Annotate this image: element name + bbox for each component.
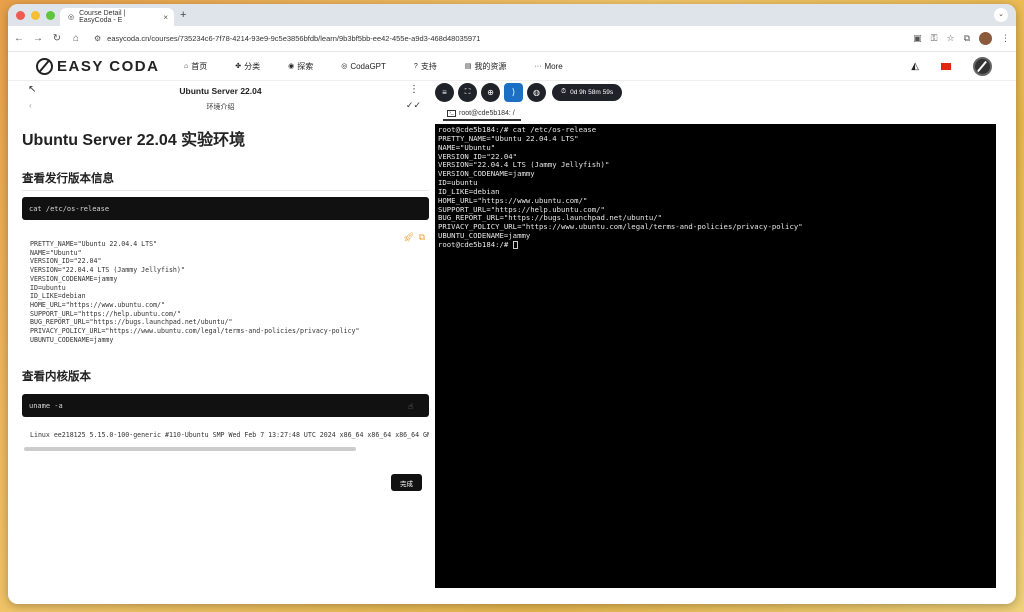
session-timer: ⏰︎ 0d 9h 58m 59s: [552, 83, 623, 101]
help-icon: ?: [413, 62, 418, 70]
lesson-panel: ↖ Ubuntu Server 22.04 ⋮ ‹ 环境介绍 ✓✓ Ubuntu…: [8, 82, 433, 604]
logo-text: EASY CODA: [57, 57, 160, 75]
nav-label: 我的资源: [474, 61, 507, 71]
command-text: cat /etc/os-release: [29, 204, 110, 213]
key-icon[interactable]: ⚿: [931, 33, 938, 44]
folder-icon: ▤: [464, 63, 472, 70]
fullscreen-icon[interactable]: ⛶: [458, 82, 477, 102]
home-icon[interactable]: ⌂: [71, 33, 81, 44]
compass-icon: ◉: [288, 63, 295, 70]
main-nav: ⌂ 首页 ✤ 分类 ◉ 探索 ◎ CodaGPT ? 支持 ▤ 我的资源 ···…: [184, 61, 591, 72]
nav-item-category[interactable]: ✤ 分类: [235, 61, 260, 72]
terminal-output: root@cde5b184:/# cat /etc/os-release PRE…: [438, 125, 803, 241]
nav-label: More: [544, 61, 563, 71]
china-flag-icon[interactable]: [941, 62, 951, 70]
nav-item-explore[interactable]: ◉ 探索: [288, 61, 313, 72]
horizontal-scrollbar[interactable]: [24, 447, 356, 452]
course-title: Ubuntu Server 22.04: [179, 86, 262, 96]
reload-icon[interactable]: ↻: [52, 33, 62, 44]
terminal-tab[interactable]: ›_ root@cde5b184: /: [443, 107, 521, 121]
globe-icon: ◎: [68, 14, 75, 21]
site-header: EASY CODA ⌂ 首页 ✤ 分类 ◉ 探索 ◎ CodaGPT ? 支持: [8, 52, 1016, 81]
mouse-cursor-icon: ☝: [408, 402, 413, 412]
ai-icon: ◎: [341, 63, 348, 70]
browser-window: ◎ Course Detail | EasyCoda - E × + ⌄ ← →…: [8, 4, 1016, 604]
theme-toggle-icon[interactable]: ◭: [911, 61, 919, 72]
output-text-uname: Linux ee218125 5.15.0-100-generic #110-U…: [30, 431, 429, 440]
nav-item-home[interactable]: ⌂ 首页: [184, 61, 207, 72]
double-check-icon[interactable]: ✓✓: [406, 100, 421, 111]
tab-search-chevron-icon[interactable]: ⌄: [994, 8, 1008, 22]
output-block-os-release: 🚀︎ ⧉ PRETTY_NAME="Ubuntu 22.04.4 LTS" NA…: [22, 228, 429, 348]
code-block-os-release[interactable]: cat /etc/os-release: [22, 197, 429, 220]
ellipsis-icon: ···: [534, 62, 542, 70]
alarm-clock-icon: ⏰︎: [561, 88, 567, 95]
header-actions: ◭: [911, 56, 992, 76]
terminal-screen[interactable]: root@cde5b184:/# cat /etc/os-release PRE…: [435, 124, 996, 588]
profile-avatar[interactable]: [979, 32, 992, 45]
timer-text: 0d 9h 58m 59s: [570, 88, 614, 96]
new-tab-button[interactable]: +: [180, 9, 186, 21]
category-icon: ✤: [235, 63, 242, 70]
section-heading-os-release: 查看发行版本信息: [22, 170, 429, 191]
lesson-document: Ubuntu Server 22.04 实验环境 查看发行版本信息 cat /e…: [8, 126, 433, 452]
bookmark-star-icon[interactable]: ☆: [946, 33, 954, 44]
terminal-tab-label: root@cde5b184: /: [459, 109, 515, 117]
user-avatar[interactable]: [973, 56, 992, 76]
section-title: 环境介绍: [206, 104, 235, 111]
site-logo[interactable]: EASY CODA: [36, 57, 184, 75]
add-icon[interactable]: ⊕: [481, 82, 500, 102]
nav-label: 探索: [297, 61, 314, 71]
nav-item-codagpt[interactable]: ◎ CodaGPT: [341, 61, 386, 72]
nav-label: 支持: [420, 61, 437, 71]
browser-tab[interactable]: ◎ Course Detail | EasyCoda - E ×: [60, 8, 174, 26]
terminal-icon: ›_: [447, 109, 456, 117]
easycoda-logo-icon: [36, 57, 53, 75]
url-text: easycoda.cn/courses/735234c6-7f78-4214-9…: [107, 34, 481, 43]
copy-icon[interactable]: ⧉: [419, 234, 425, 243]
close-window-button[interactable]: [16, 11, 25, 20]
nav-item-more[interactable]: ··· More: [534, 61, 562, 72]
home-icon: ⌂: [184, 62, 189, 70]
nav-item-my-resources[interactable]: ▤ 我的资源: [465, 61, 507, 72]
section-heading-kernel: 查看内核版本: [22, 371, 91, 384]
more-vertical-icon[interactable]: ⋮: [409, 84, 419, 95]
extensions-icon[interactable]: ⧉: [964, 33, 970, 44]
terminal-toolbar: ≡ ⛶ ⊕ ⟩ ◍ ⏰︎ 0d 9h 58m 59s: [435, 82, 623, 102]
done-button[interactable]: 完成: [391, 474, 422, 491]
minimize-window-button[interactable]: [31, 11, 40, 20]
forward-arrow-icon[interactable]: →: [33, 33, 43, 44]
globe-icon[interactable]: ◍: [527, 82, 546, 102]
run-rocket-icon[interactable]: 🚀︎: [403, 234, 414, 243]
terminal-cursor: [512, 240, 518, 249]
close-tab-icon[interactable]: ×: [163, 13, 168, 22]
command-text: uname -a: [29, 401, 63, 410]
tab-strip: ◎ Course Detail | EasyCoda - E × + ⌄: [8, 4, 1016, 26]
menu-icon[interactable]: ≡: [435, 82, 454, 102]
url-field[interactable]: ⚙ easycoda.cn/courses/735234c6-7f78-4214…: [90, 30, 904, 48]
page-title: Ubuntu Server 22.04 实验环境: [22, 132, 246, 149]
terminal-panel: ≡ ⛶ ⊕ ⟩ ◍ ⏰︎ 0d 9h 58m 59s ›_ root@cde5b…: [435, 82, 996, 604]
browser-menu-icon[interactable]: ⋮: [1001, 33, 1010, 44]
main-content: ↖ Ubuntu Server 22.04 ⋮ ‹ 环境介绍 ✓✓ Ubuntu…: [8, 82, 1016, 604]
window-controls: [16, 11, 55, 20]
address-bar: ← → ↻ ⌂ ⚙ easycoda.cn/courses/735234c6-7…: [8, 26, 1016, 52]
tab-title: Course Detail | EasyCoda - E: [79, 10, 126, 24]
terminal-prompt: root@cde5b184:/#: [438, 239, 513, 249]
lesson-header: ↖ Ubuntu Server 22.04 ⋮: [8, 82, 433, 98]
page-info-icon[interactable]: ▣: [913, 33, 922, 44]
nav-item-support[interactable]: ? 支持: [414, 61, 437, 72]
lesson-subheader: ‹ 环境介绍 ✓✓: [8, 98, 433, 114]
output-actions: 🚀︎ ⧉: [403, 234, 425, 243]
vscode-icon[interactable]: ⟩: [504, 82, 523, 102]
nav-label: 分类: [244, 61, 261, 71]
maximize-window-button[interactable]: [46, 11, 55, 20]
nav-label: CodaGPT: [350, 61, 386, 71]
back-arrow-icon[interactable]: ←: [14, 33, 24, 44]
output-text: PRETTY_NAME="Ubuntu 22.04.4 LTS" NAME="U…: [30, 240, 360, 344]
site-info-icon[interactable]: ⚙: [94, 34, 101, 43]
nav-label: 首页: [191, 61, 208, 71]
code-block-uname[interactable]: uname -a ☝: [22, 394, 429, 418]
